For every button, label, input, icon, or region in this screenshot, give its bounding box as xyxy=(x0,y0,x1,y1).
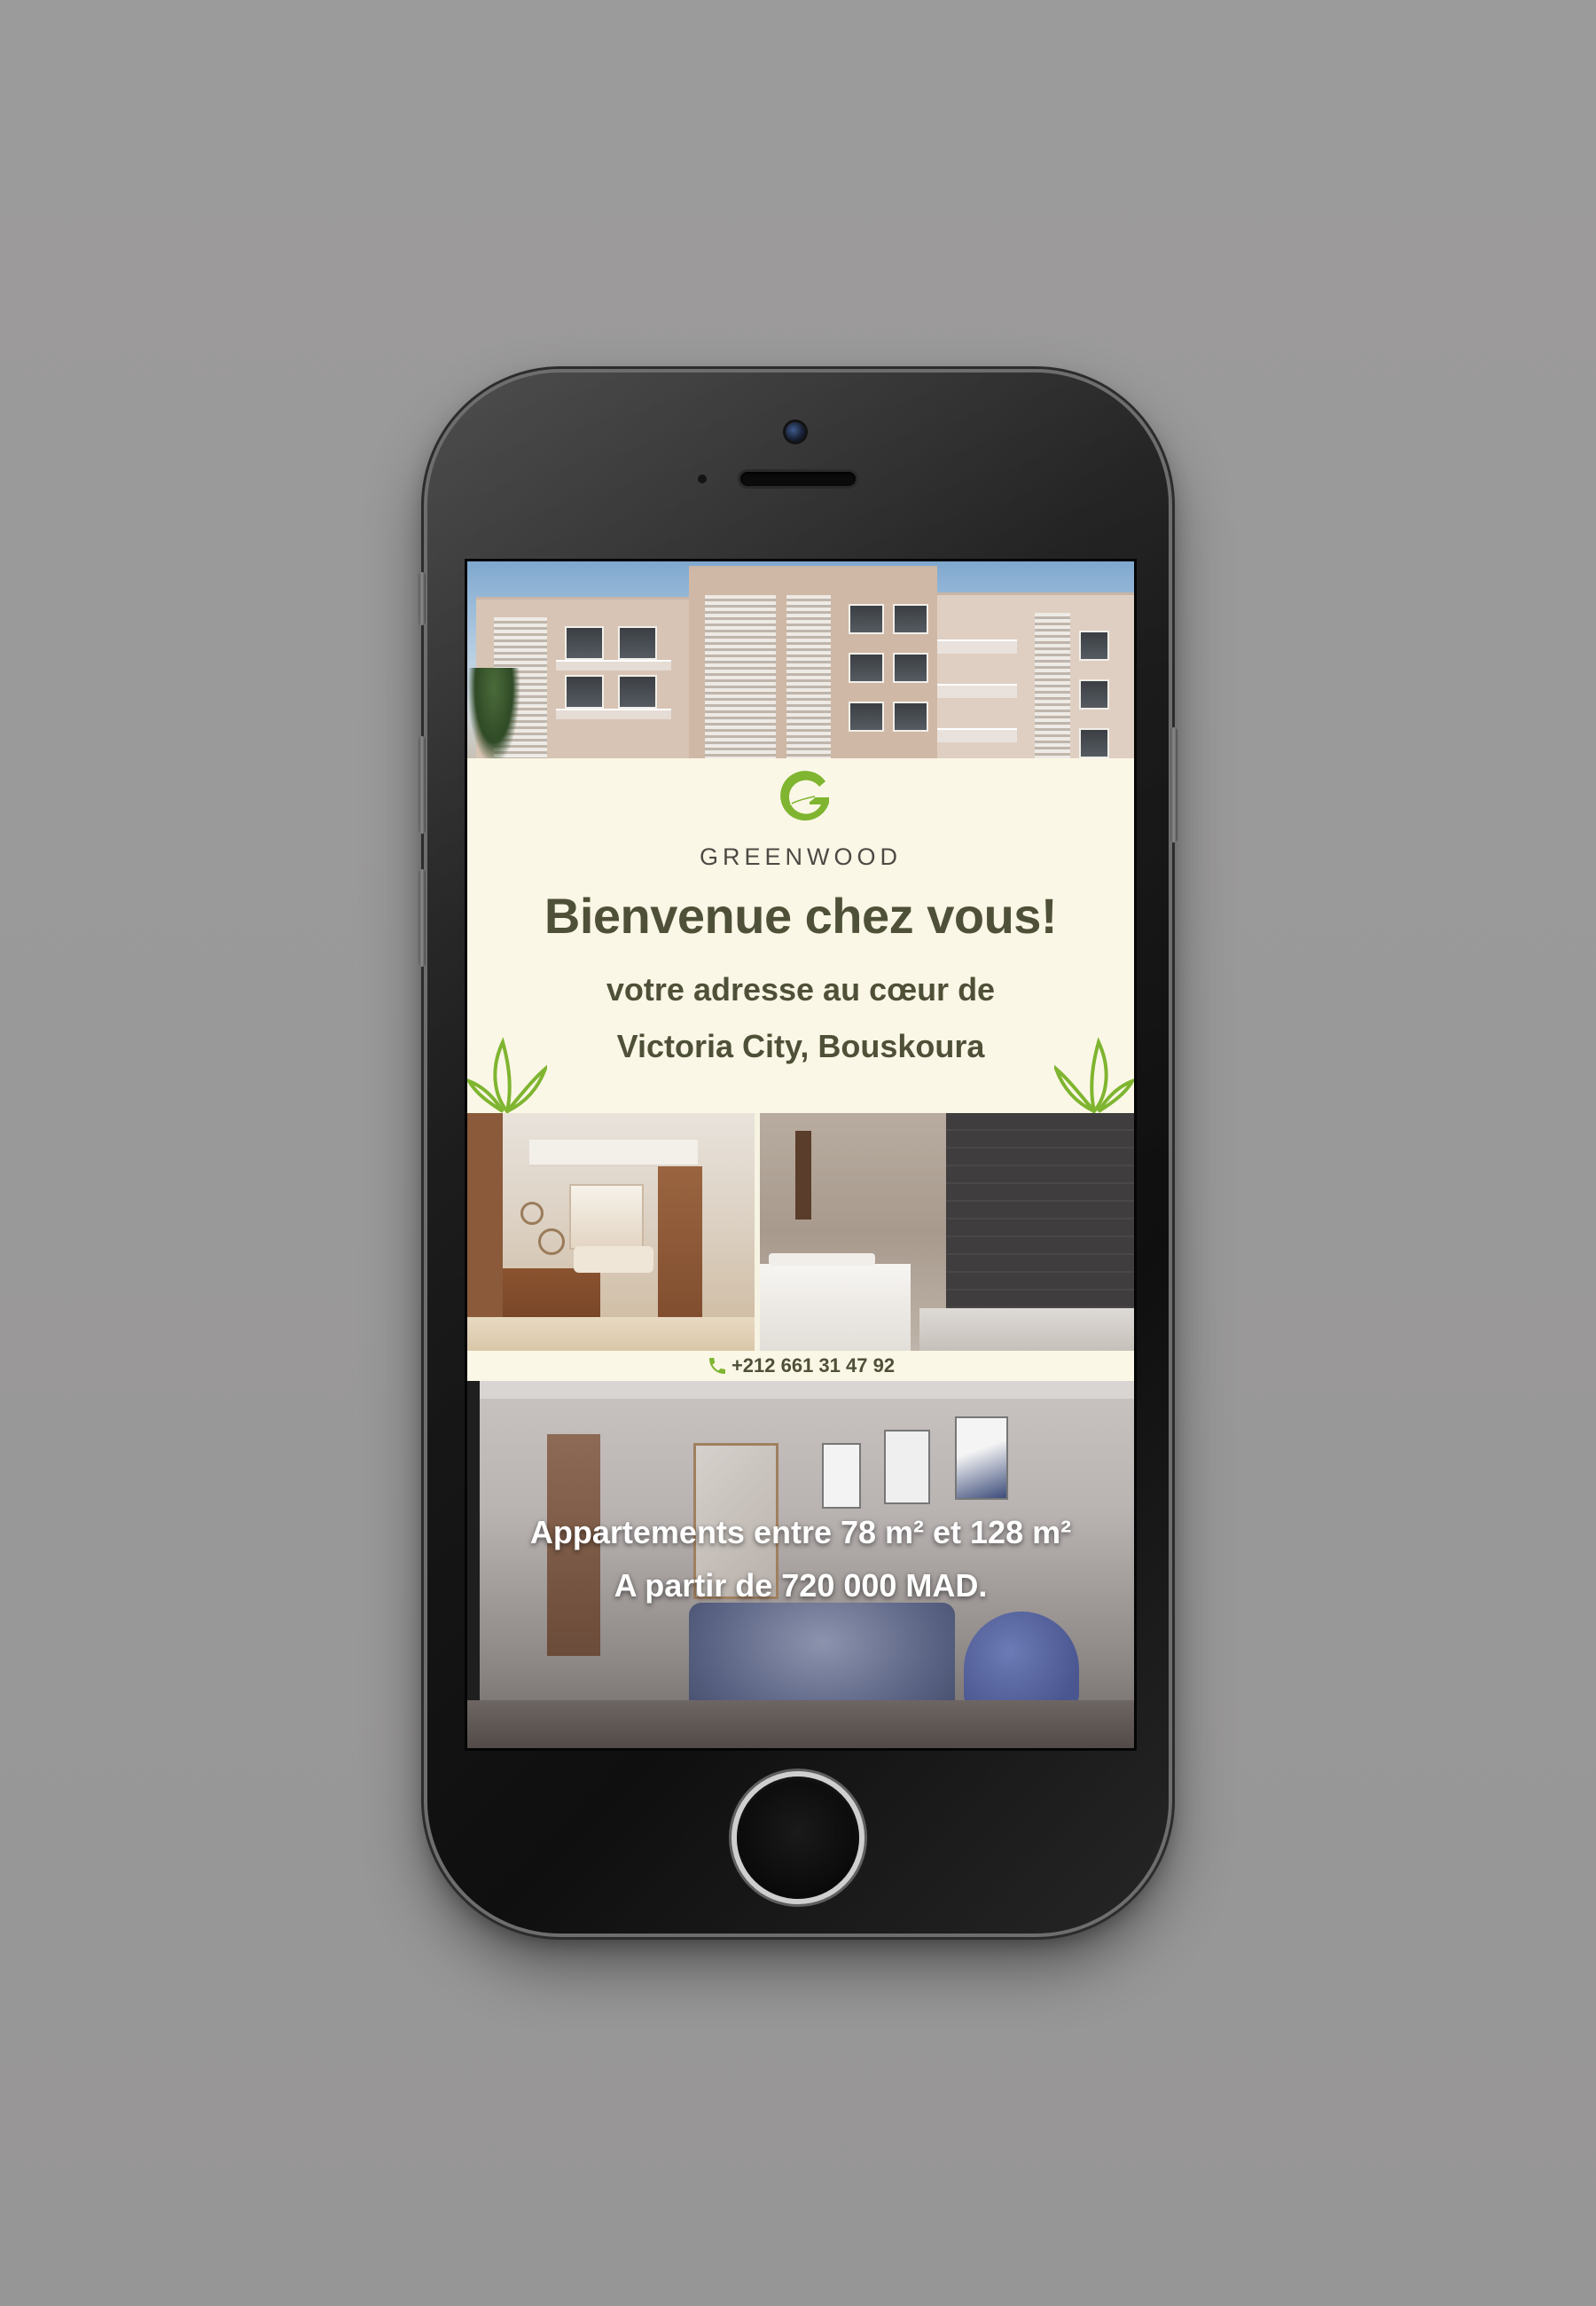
volume-up-button xyxy=(419,736,426,834)
building-right xyxy=(937,592,1134,758)
window-view xyxy=(569,1184,644,1250)
building-window xyxy=(618,626,657,660)
interior-photos xyxy=(467,1113,1134,1351)
ceiling xyxy=(467,1381,1134,1399)
shower-floor xyxy=(919,1308,1134,1351)
phone-icon xyxy=(708,1358,725,1374)
sofa xyxy=(574,1246,653,1273)
building-balcony xyxy=(937,728,1017,742)
leaf-decoration-icon xyxy=(1054,1037,1134,1113)
front-camera xyxy=(786,422,805,442)
welcome-headline: Bienvenue chez vous! xyxy=(544,888,1058,944)
greenwood-logo-icon xyxy=(780,771,829,821)
building-louver xyxy=(786,595,831,758)
bedroom-floor xyxy=(467,1700,1134,1748)
living-room-photo xyxy=(467,1113,755,1351)
sink-basin xyxy=(769,1253,875,1266)
welcome-panel: GREENWOOD Bienvenue chez vous! votre adr… xyxy=(467,758,1134,1113)
palm-tree xyxy=(467,668,520,758)
leaf-decoration-icon xyxy=(467,1037,547,1113)
smartphone: GREENWOOD Bienvenue chez vous! votre adr… xyxy=(419,373,1177,1933)
bedroom-photo: Appartements entre 78 m² et 128 m² A par… xyxy=(467,1381,1134,1748)
apartment-size-text: Appartements entre 78 m² et 128 m² xyxy=(529,1514,1072,1550)
wardrobe-edge xyxy=(467,1381,480,1748)
price-text: A partir de 720 000 MAD. xyxy=(614,1567,988,1604)
building-window xyxy=(893,653,928,683)
building-balcony xyxy=(937,639,1017,654)
bathroom-photo xyxy=(760,1113,1134,1351)
wall-art xyxy=(955,1416,1008,1500)
earpiece-speaker xyxy=(740,472,856,486)
building-balcony xyxy=(556,660,671,671)
building-balcony xyxy=(556,709,671,719)
ceiling-cove xyxy=(529,1140,698,1167)
building-window xyxy=(1079,631,1109,661)
floor xyxy=(467,1317,755,1351)
building-window xyxy=(849,653,884,683)
home-button[interactable] xyxy=(737,1777,859,1899)
building-window xyxy=(565,675,604,709)
round-mirror xyxy=(538,1228,565,1255)
building-window xyxy=(849,702,884,732)
building-window xyxy=(893,604,928,634)
building-window xyxy=(1079,679,1109,710)
wall-art xyxy=(822,1443,861,1509)
building-louver xyxy=(1035,613,1070,758)
vanity xyxy=(760,1264,911,1351)
contact-bar: +212 661 31 47 92 xyxy=(467,1351,1134,1381)
proximity-sensor xyxy=(698,475,707,483)
power-button xyxy=(1170,727,1177,843)
building-photo xyxy=(467,561,1134,758)
address-line-1: votre adresse au cœur de xyxy=(606,971,996,1008)
phone-number[interactable]: +212 661 31 47 92 xyxy=(732,1354,895,1377)
building-louver xyxy=(705,595,776,758)
round-mirror xyxy=(520,1202,544,1225)
address-line-2: Victoria City, Bouskoura xyxy=(616,1028,985,1064)
mute-switch xyxy=(419,572,426,625)
building-window xyxy=(618,675,657,709)
building-center xyxy=(689,566,937,758)
wooden-door xyxy=(467,1113,503,1351)
building-window xyxy=(565,626,604,660)
volume-down-button xyxy=(419,869,426,967)
building-window xyxy=(1079,728,1109,758)
door-frame xyxy=(795,1131,811,1220)
building-window xyxy=(893,702,928,732)
brand-name: GREENWOOD xyxy=(699,843,902,870)
wall-art xyxy=(884,1430,930,1504)
building-window xyxy=(849,604,884,634)
phone-screen: GREENWOOD Bienvenue chez vous! votre adr… xyxy=(465,559,1137,1751)
building-balcony xyxy=(937,684,1017,698)
